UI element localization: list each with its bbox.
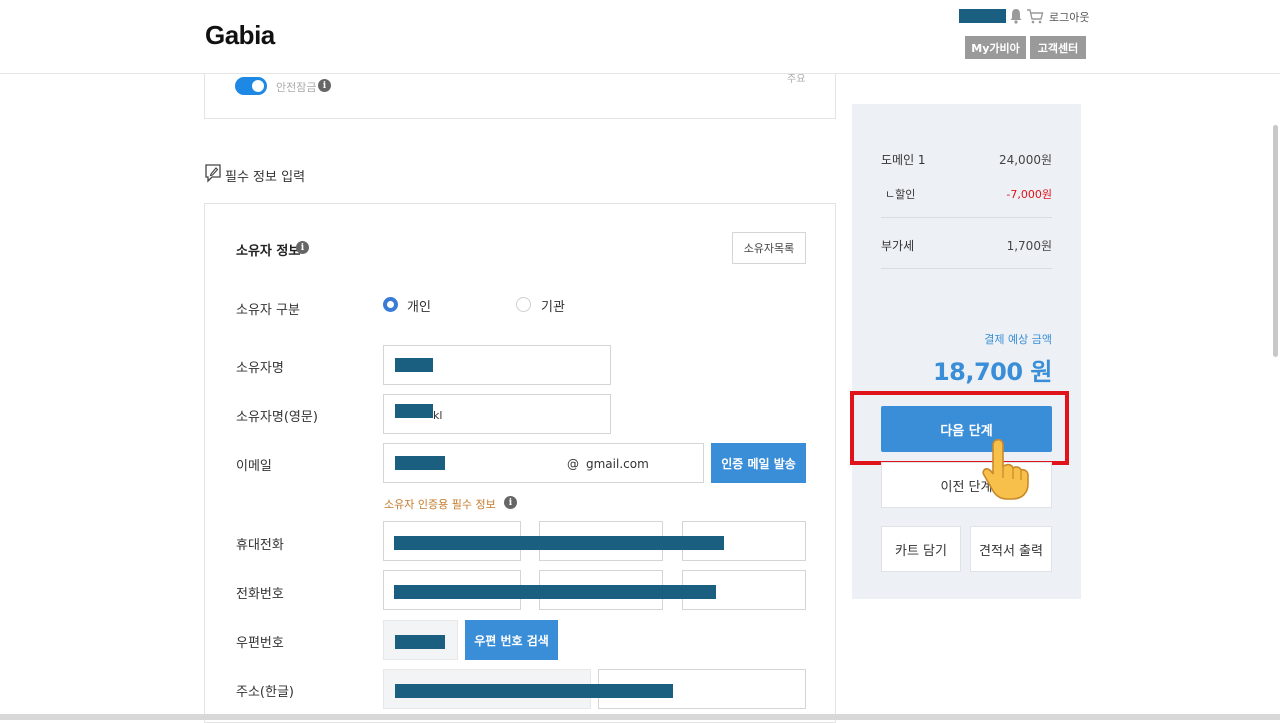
domain-price: 24,000원 [998, 153, 1052, 167]
horizontal-scrollbar[interactable] [0, 714, 1280, 720]
vertical-scrollbar[interactable] [1273, 125, 1278, 357]
zip-label: 우편번호 [236, 636, 284, 651]
gabia-logo[interactable]: Gabia [205, 20, 275, 51]
discount-label: ㄴ할인 [885, 188, 916, 201]
address-label: 주소(한글) [236, 685, 294, 700]
email-label: 이메일 [236, 459, 272, 474]
domain-label: 도메인 1 [881, 153, 926, 167]
mobile-label: 휴대전화 [236, 538, 284, 553]
edit-note-icon [205, 164, 221, 183]
divider [881, 268, 1052, 269]
radio-individual-label[interactable]: 개인 [407, 296, 431, 315]
vat-label: 부가세 [881, 239, 915, 253]
total-value: 18,700 원 [932, 358, 1053, 386]
logout-link[interactable]: 로그아웃 [1049, 9, 1089, 25]
owner-name-en-label: 소유자명(영문) [236, 410, 318, 425]
options-card: 안전잠금 i 주요 [204, 74, 836, 119]
info-icon[interactable]: i [296, 241, 309, 254]
redacted-value [394, 536, 724, 550]
send-verification-email-button[interactable]: 인증 메일 발송 [711, 443, 806, 483]
info-icon[interactable]: i [318, 79, 331, 92]
radio-organization-label[interactable]: 기관 [541, 296, 565, 315]
site-header: Gabia 로그아웃 My가비아 고객센터 [0, 0, 1280, 74]
owner-type-label: 소유자 구분 [236, 303, 300, 318]
redacted-value [395, 456, 445, 470]
my-gabia-button[interactable]: My가비아 [965, 36, 1026, 59]
cart-icon[interactable] [1026, 8, 1044, 24]
phone-label: 전화번호 [236, 587, 284, 602]
customer-center-button[interactable]: 고객센터 [1030, 36, 1086, 59]
redacted-value [395, 635, 445, 649]
vat-price: 1,700원 [1006, 239, 1052, 253]
pointing-hand-icon [982, 438, 1029, 500]
print-quote-button[interactable]: 견적서 출력 [970, 526, 1052, 572]
email-domain[interactable]: gmail.com [586, 457, 649, 471]
zip-search-button[interactable]: 우편 번호 검색 [465, 620, 558, 660]
bell-icon[interactable] [1009, 8, 1023, 24]
required-info-note: 소유자 인증용 필수 정보 [384, 498, 496, 511]
info-icon[interactable]: i [504, 496, 517, 509]
redacted-value [395, 358, 433, 372]
safety-lock-toggle[interactable] [235, 77, 267, 95]
owner-name-label: 소유자명 [236, 361, 284, 376]
owner-name-en-visible-text: kl [433, 409, 443, 422]
radio-organization[interactable] [516, 297, 531, 312]
safety-lock-label: 안전잠금 [276, 81, 317, 94]
redacted-value [395, 404, 433, 418]
section-title: 필수 정보 입력 [225, 170, 306, 185]
owner-info-title: 소유자 정보 [236, 244, 301, 259]
total-label: 결제 예상 금액 [984, 333, 1052, 346]
owner-list-button[interactable]: 소유자목록 [732, 232, 806, 264]
username-redacted[interactable] [959, 9, 1006, 23]
email-at-sign: @ [567, 457, 579, 471]
discount-price: -7,000원 [1006, 188, 1052, 201]
redacted-value [394, 585, 716, 599]
cut-off-label: 주요 [787, 74, 806, 85]
radio-individual[interactable] [383, 297, 398, 312]
add-to-cart-button[interactable]: 카트 담기 [881, 526, 961, 572]
redacted-value [395, 684, 673, 698]
divider [881, 217, 1052, 218]
